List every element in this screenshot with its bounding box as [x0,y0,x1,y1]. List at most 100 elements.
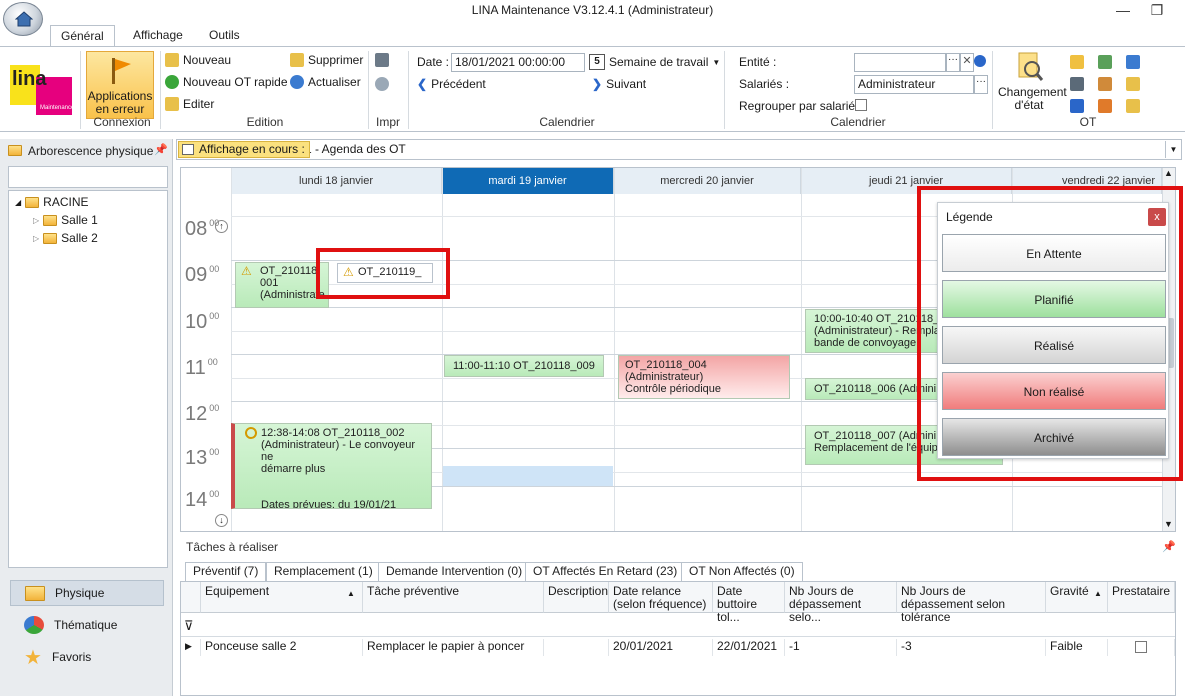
nav-label: Favoris [51,650,92,664]
nav-favoris[interactable]: ★ Favoris [10,644,164,670]
tree-search-input[interactable] [8,166,168,188]
new-quick-ot-button[interactable]: Nouveau OT rapide [165,75,288,89]
refresh-button[interactable]: Actualiser [290,75,361,89]
prestataire-checkbox[interactable] [1135,641,1147,653]
restore-button[interactable]: ❐ [1146,2,1168,20]
cell-date-relance[interactable]: 20/01/2021 [609,639,713,656]
lina-logo: lina Maintenance [8,55,74,119]
day-header-wednesday[interactable]: mercredi 20 janvier [614,168,801,194]
column-header-date-buttoire[interactable]: Date buttoire tol... [713,582,785,624]
tab-preventif[interactable]: Préventif (7) [185,562,267,581]
folder-icon[interactable] [1126,77,1140,91]
column-header-prestataire[interactable]: Prestataire [1108,582,1175,613]
previous-label: Précédent [431,77,486,91]
new-button[interactable]: Nouveau [165,53,231,67]
edit-button[interactable]: Editer [165,97,214,111]
delete-icon [290,53,304,67]
chevron-down-icon[interactable]: ▼ [1165,141,1181,158]
tab-ot-affectes-retard[interactable]: OT Affectés En Retard (23) [525,562,686,581]
entity-clear-button[interactable]: ✕ [960,53,974,72]
cell-equipement[interactable]: Ponceuse salle 2 [201,639,363,656]
change-state-button[interactable]: Changement d'état [998,51,1067,115]
money-icon[interactable] [1098,55,1112,69]
print-button[interactable] [375,53,389,67]
logo-subtitle: Maintenance [40,105,75,111]
cell-nb-jours-tolerance[interactable]: -3 [897,639,1046,656]
tab-ot-non-affectes[interactable]: OT Non Affectés (0) [681,562,803,581]
current-view-value[interactable]: 1 - Agenda des OT [305,142,406,156]
minimize-button[interactable]: — [1112,2,1134,20]
day-header-monday[interactable]: lundi 18 janvier [231,168,442,194]
appointment-ot-210118-001[interactable]: ⚠ OT_210118 001 (Administrate [235,262,329,308]
entity-browse-button[interactable]: ··· [946,53,960,72]
current-view-label: Affichage en cours : [178,141,310,158]
scroll-down-arrow-icon[interactable]: ▼ [1164,519,1173,529]
chart-icon[interactable] [1070,99,1084,113]
employees-input[interactable]: Administrateur [854,75,974,94]
column-header-tache[interactable]: Tâche préventive [363,582,544,613]
pin-icon[interactable]: 📌 [154,143,168,156]
cell-description[interactable] [544,639,609,656]
folder-2-icon[interactable] [1126,99,1140,113]
delete-button[interactable]: Supprimer [290,53,363,67]
date-input[interactable]: 18/01/2021 00:00:00 [451,53,585,72]
cell-date-buttoire[interactable]: 22/01/2021 [713,639,785,656]
filter-icon[interactable]: ⊽ [184,618,194,634]
tab-remplacement[interactable]: Remplacement (1) [266,562,381,581]
tree-node-salle-1[interactable]: ▷ Salle 1 [33,213,98,227]
chevron-right-icon: ❯ [592,77,603,91]
print-preview-button[interactable] [375,77,389,91]
tree-node-root[interactable]: ◢ RACINE [15,195,89,209]
selected-slot[interactable] [443,466,613,486]
sort-asc-icon: ▲ [347,589,355,598]
nav-physique[interactable]: Physique [10,580,164,606]
column-header-gravite[interactable]: Gravité ▲ [1046,582,1108,613]
previous-button[interactable]: ❮ Précédent [417,77,486,91]
flag-icon [112,58,131,84]
filter-row[interactable] [181,613,1175,637]
column-header-nb-jours-tolerance[interactable]: Nb Jours de dépassement selon tolérance [897,582,1046,624]
tree-node-salle-2[interactable]: ▷ Salle 2 [33,231,98,245]
tab-outils[interactable]: Outils [199,25,250,47]
applications-error-button[interactable]: Applications en erreur [86,51,154,119]
tree-panel-title: Arborescence physique [28,144,154,158]
search-ot-icon[interactable] [1070,55,1084,69]
scroll-down-icon[interactable]: ↓ [215,514,228,527]
cell-nb-jours-depassement[interactable]: -1 [785,639,897,656]
flask-icon[interactable] [1098,99,1112,113]
printer-dropdown-icon[interactable] [1070,77,1084,91]
hierarchy-icon[interactable] [1126,55,1140,69]
appointment-ot-210118-004[interactable]: OT_210118_004 (Administrateur) Contrôle … [618,355,790,399]
nav-thematique[interactable]: Thématique [10,612,164,638]
appointment-ot-210118-002[interactable]: 12:38-14:08 OT_210118_002 (Administrateu… [231,423,432,509]
group-label-edition: Edition [246,115,284,129]
collapse-icon[interactable]: ▷ [33,234,39,243]
tools-icon[interactable] [1098,77,1112,91]
scroll-up-arrow-icon[interactable]: ▲ [1164,168,1173,178]
expand-icon[interactable]: ◢ [15,198,21,207]
pin-icon[interactable]: 📌 [1162,540,1176,553]
week-mode-dropdown[interactable]: Semaine de travail ▼ [609,55,720,69]
column-header-nb-jours-depassement[interactable]: Nb Jours de dépassement selo... [785,582,897,624]
column-header-date-relance[interactable]: Date relance (selon fréquence) [609,582,713,613]
cell-tache[interactable]: Remplacer le papier à poncer [363,639,544,656]
employees-browse-button[interactable]: ··· [974,75,988,94]
entity-input[interactable] [854,53,946,72]
next-button[interactable]: ❯ Suivant [592,77,646,91]
column-header-description[interactable]: Description [544,582,609,613]
tab-demande-intervention[interactable]: Demande Intervention (0) [378,562,531,581]
entity-refresh-icon[interactable] [974,55,986,67]
scroll-up-icon[interactable]: ↑ [215,220,228,233]
ribbon: lina Maintenance Applications en erreur … [0,46,1185,132]
cell-gravite[interactable]: Faible [1046,639,1108,656]
collapse-icon[interactable]: ▷ [33,216,39,225]
tab-general[interactable]: Général [50,25,115,48]
date-label: Date : [417,55,450,69]
tree-node-label: Salle 1 [61,213,98,227]
tab-affichage[interactable]: Affichage [123,25,193,47]
appointment-ot-210118-009[interactable]: 11:00-11:10 OT_210118_009 [444,355,604,377]
column-header-equipement[interactable]: Equipement ▲ [201,582,363,613]
chevron-left-icon: ❮ [417,77,428,91]
day-header-tuesday[interactable]: mardi 19 janvier [442,168,614,194]
group-by-employee-checkbox[interactable] [855,99,867,111]
